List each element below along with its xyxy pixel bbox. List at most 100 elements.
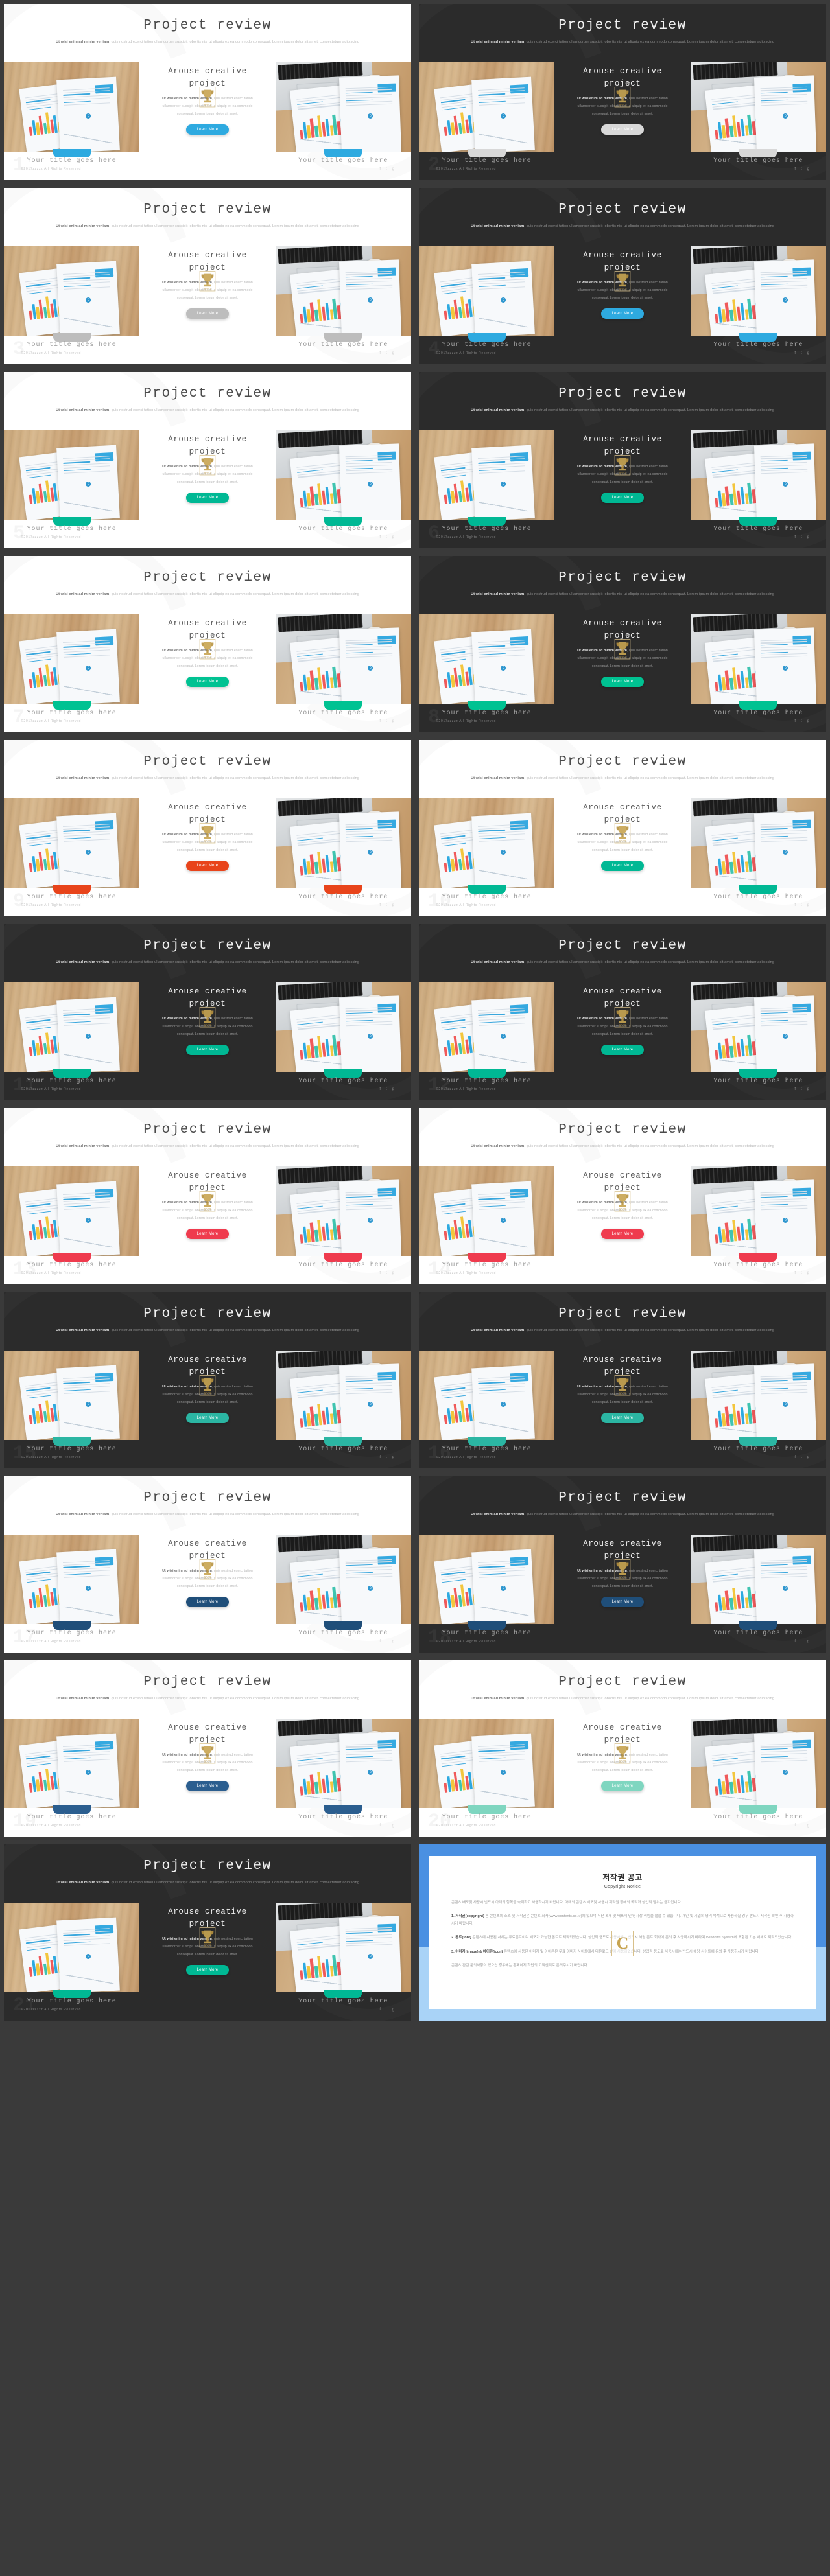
google-plus-icon[interactable]: g bbox=[392, 1271, 394, 1275]
facebook-icon[interactable]: f bbox=[379, 1824, 381, 1828]
slide-thumbnail[interactable]: 18 Project review Ut wisi enim ad minim … bbox=[419, 1476, 826, 1653]
facebook-icon[interactable]: f bbox=[379, 1087, 381, 1091]
slide-thumbnail[interactable]: 7 Project review Ut wisi enim ad minim v… bbox=[4, 556, 411, 732]
social-icons[interactable]: f t g bbox=[794, 1271, 809, 1275]
slide-thumbnail[interactable]: 19 Project review Ut wisi enim ad minim … bbox=[4, 1660, 411, 1837]
learn-more-button[interactable]: Learn More bbox=[600, 492, 645, 503]
twitter-icon[interactable]: t bbox=[386, 1456, 387, 1459]
slide-thumbnail[interactable]: 9 Project review Ut wisi enim ad minim v… bbox=[4, 740, 411, 916]
learn-more-button[interactable]: Learn More bbox=[185, 1412, 230, 1423]
google-plus-icon[interactable]: g bbox=[392, 1087, 394, 1091]
twitter-icon[interactable]: t bbox=[386, 719, 387, 723]
facebook-icon[interactable]: f bbox=[794, 351, 796, 355]
google-plus-icon[interactable]: g bbox=[392, 535, 394, 539]
social-icons[interactable]: f t g bbox=[794, 1640, 809, 1643]
google-plus-icon[interactable]: g bbox=[807, 903, 809, 907]
social-icons[interactable]: f t g bbox=[379, 1824, 394, 1828]
social-icons[interactable]: f t g bbox=[794, 719, 809, 723]
facebook-icon[interactable]: f bbox=[379, 1271, 381, 1275]
slide-thumbnail[interactable]: 11 Project review Ut wisi enim ad minim … bbox=[4, 924, 411, 1100]
google-plus-icon[interactable]: g bbox=[807, 1087, 809, 1091]
social-icons[interactable]: f t g bbox=[794, 1456, 809, 1459]
learn-more-button[interactable]: Learn More bbox=[600, 1044, 645, 1055]
google-plus-icon[interactable]: g bbox=[392, 1456, 394, 1459]
social-icons[interactable]: f t g bbox=[379, 535, 394, 539]
learn-more-button[interactable]: Learn More bbox=[185, 492, 230, 503]
social-icons[interactable]: f t g bbox=[794, 1824, 809, 1828]
google-plus-icon[interactable]: g bbox=[807, 1640, 809, 1643]
learn-more-button[interactable]: Learn More bbox=[600, 1780, 645, 1791]
twitter-icon[interactable]: t bbox=[386, 535, 387, 539]
slide-thumbnail[interactable]: 15 Project review Ut wisi enim ad minim … bbox=[4, 1292, 411, 1468]
social-icons[interactable]: f t g bbox=[379, 351, 394, 355]
twitter-icon[interactable]: t bbox=[801, 351, 802, 355]
social-icons[interactable]: f t g bbox=[794, 351, 809, 355]
facebook-icon[interactable]: f bbox=[794, 167, 796, 171]
slide-thumbnail[interactable]: 5 Project review Ut wisi enim ad minim v… bbox=[4, 372, 411, 548]
twitter-icon[interactable]: t bbox=[801, 903, 802, 907]
slide-thumbnail[interactable]: 1 Project review Ut wisi enim ad minim v… bbox=[4, 4, 411, 180]
slide-thumbnail[interactable]: 2 Project review Ut wisi enim ad minim v… bbox=[419, 4, 826, 180]
twitter-icon[interactable]: t bbox=[386, 1271, 387, 1275]
social-icons[interactable]: f t g bbox=[794, 167, 809, 171]
twitter-icon[interactable]: t bbox=[386, 903, 387, 907]
google-plus-icon[interactable]: g bbox=[807, 167, 809, 171]
twitter-icon[interactable]: t bbox=[801, 535, 802, 539]
twitter-icon[interactable]: t bbox=[386, 1087, 387, 1091]
twitter-icon[interactable]: t bbox=[386, 1824, 387, 1828]
learn-more-button[interactable]: Learn More bbox=[600, 676, 645, 687]
social-icons[interactable]: f t g bbox=[794, 903, 809, 907]
facebook-icon[interactable]: f bbox=[794, 1087, 796, 1091]
slide-thumbnail[interactable]: 10 Project review Ut wisi enim ad minim … bbox=[419, 740, 826, 916]
learn-more-button[interactable]: Learn More bbox=[185, 1964, 230, 1975]
facebook-icon[interactable]: f bbox=[379, 719, 381, 723]
twitter-icon[interactable]: t bbox=[386, 1640, 387, 1643]
learn-more-button[interactable]: Learn More bbox=[185, 1228, 230, 1239]
facebook-icon[interactable]: f bbox=[379, 1640, 381, 1643]
facebook-icon[interactable]: f bbox=[794, 535, 796, 539]
social-icons[interactable]: f t g bbox=[379, 719, 394, 723]
social-icons[interactable]: f t g bbox=[794, 1087, 809, 1091]
slide-thumbnail[interactable]: 14 Project review Ut wisi enim ad minim … bbox=[419, 1108, 826, 1284]
facebook-icon[interactable]: f bbox=[794, 1640, 796, 1643]
facebook-icon[interactable]: f bbox=[379, 167, 381, 171]
social-icons[interactable]: f t g bbox=[379, 167, 394, 171]
google-plus-icon[interactable]: g bbox=[392, 1824, 394, 1828]
slide-thumbnail[interactable]: 21 Project review Ut wisi enim ad minim … bbox=[4, 1844, 411, 2021]
learn-more-button[interactable]: Learn More bbox=[185, 308, 230, 319]
social-icons[interactable]: f t g bbox=[379, 1640, 394, 1643]
facebook-icon[interactable]: f bbox=[794, 719, 796, 723]
social-icons[interactable]: f t g bbox=[379, 1456, 394, 1459]
facebook-icon[interactable]: f bbox=[379, 2008, 381, 2012]
slide-thumbnail[interactable]: 4 Project review Ut wisi enim ad minim v… bbox=[419, 188, 826, 364]
facebook-icon[interactable]: f bbox=[379, 903, 381, 907]
facebook-icon[interactable]: f bbox=[794, 1271, 796, 1275]
slide-thumbnail[interactable]: 20 Project review Ut wisi enim ad minim … bbox=[419, 1660, 826, 1837]
slide-thumbnail[interactable]: 12 Project review Ut wisi enim ad minim … bbox=[419, 924, 826, 1100]
google-plus-icon[interactable]: g bbox=[392, 167, 394, 171]
twitter-icon[interactable]: t bbox=[386, 2008, 387, 2012]
twitter-icon[interactable]: t bbox=[801, 1087, 802, 1091]
facebook-icon[interactable]: f bbox=[794, 1456, 796, 1459]
learn-more-button[interactable]: Learn More bbox=[185, 1044, 230, 1055]
social-icons[interactable]: f t g bbox=[794, 535, 809, 539]
google-plus-icon[interactable]: g bbox=[392, 903, 394, 907]
twitter-icon[interactable]: t bbox=[801, 1456, 802, 1459]
twitter-icon[interactable]: t bbox=[801, 1640, 802, 1643]
learn-more-button[interactable]: Learn More bbox=[185, 1780, 230, 1791]
google-plus-icon[interactable]: g bbox=[392, 1640, 394, 1643]
learn-more-button[interactable]: Learn More bbox=[600, 1228, 645, 1239]
google-plus-icon[interactable]: g bbox=[807, 351, 809, 355]
google-plus-icon[interactable]: g bbox=[807, 1824, 809, 1828]
twitter-icon[interactable]: t bbox=[386, 167, 387, 171]
slide-thumbnail[interactable]: 8 Project review Ut wisi enim ad minim v… bbox=[419, 556, 826, 732]
slide-thumbnail[interactable]: 13 Project review Ut wisi enim ad minim … bbox=[4, 1108, 411, 1284]
social-icons[interactable]: f t g bbox=[379, 1087, 394, 1091]
learn-more-button[interactable]: Learn More bbox=[185, 124, 230, 135]
twitter-icon[interactable]: t bbox=[801, 719, 802, 723]
slide-thumbnail[interactable]: 16 Project review Ut wisi enim ad minim … bbox=[419, 1292, 826, 1468]
learn-more-button[interactable]: Learn More bbox=[600, 1596, 645, 1607]
google-plus-icon[interactable]: g bbox=[392, 351, 394, 355]
slide-thumbnail[interactable]: 3 Project review Ut wisi enim ad minim v… bbox=[4, 188, 411, 364]
social-icons[interactable]: f t g bbox=[379, 2008, 394, 2012]
